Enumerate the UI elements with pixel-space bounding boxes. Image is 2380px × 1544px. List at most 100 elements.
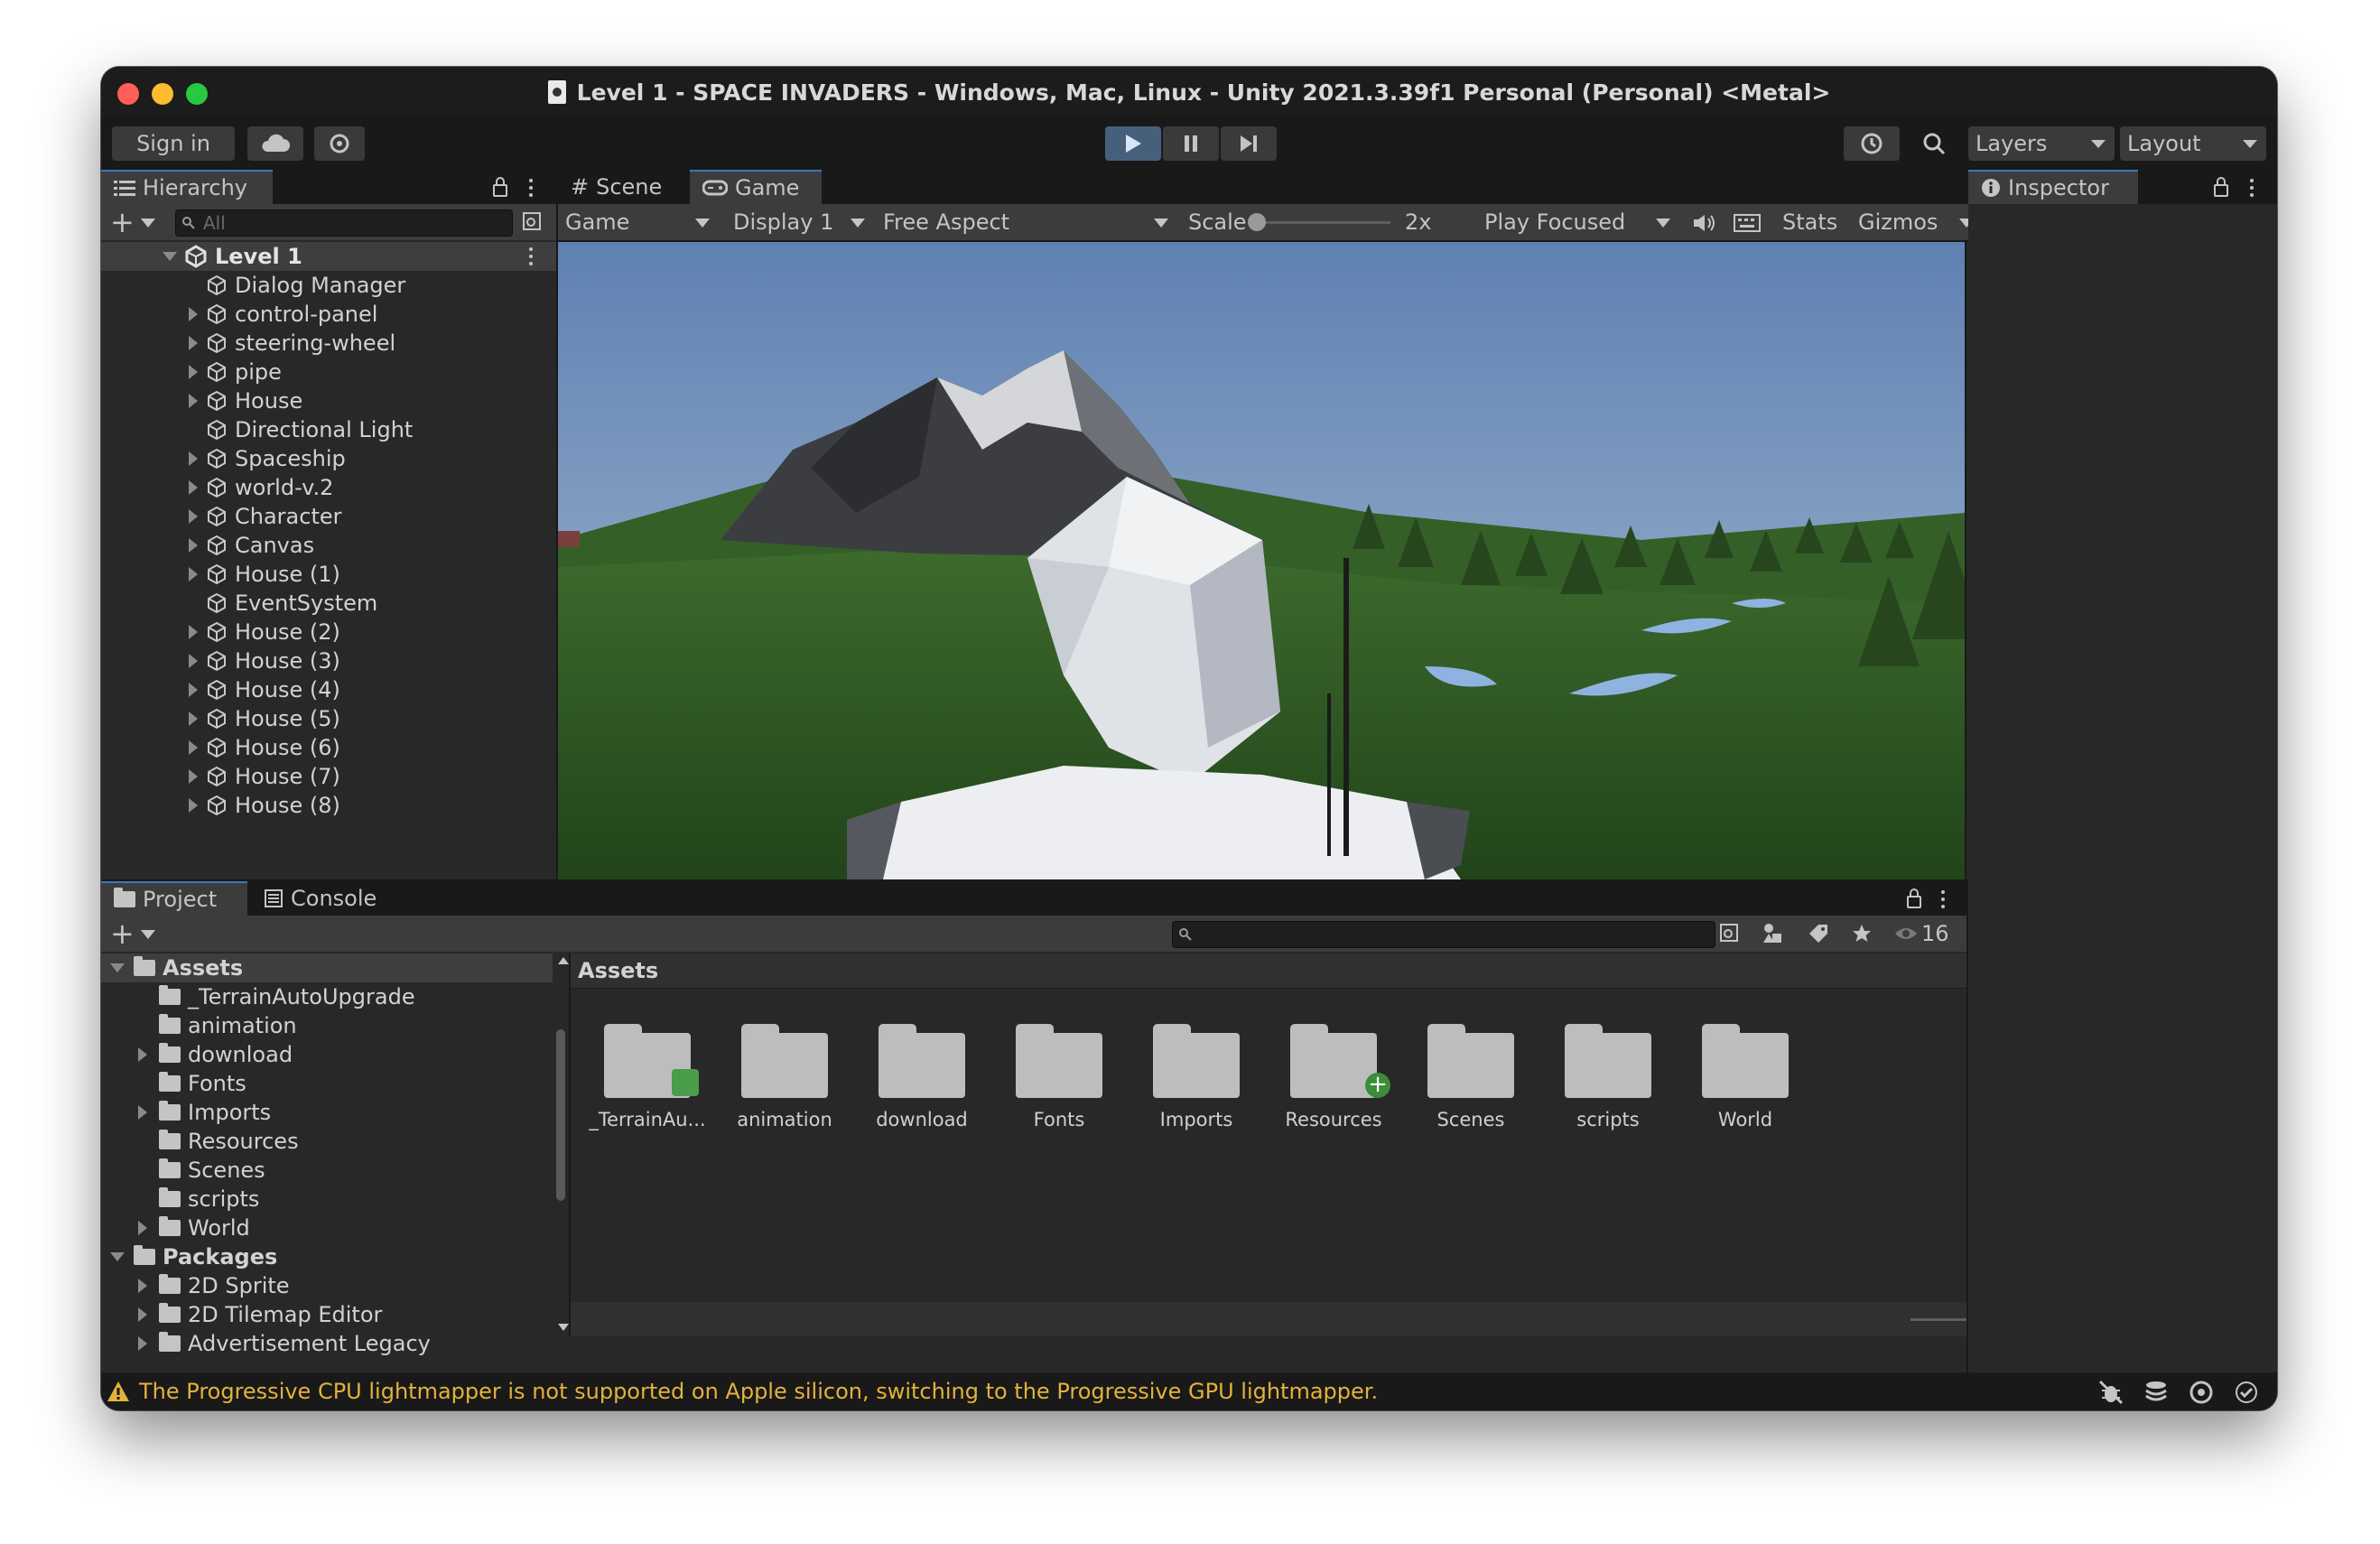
expand-arrow-icon[interactable] (189, 712, 198, 726)
expand-arrow-icon[interactable] (189, 769, 198, 784)
tab-console[interactable]: Console (251, 881, 404, 916)
asset-breadcrumb[interactable]: Assets (571, 953, 1966, 989)
expand-arrow-icon[interactable] (189, 451, 198, 466)
tree-scrollbar[interactable] (554, 953, 569, 1336)
icon-size-slider[interactable] (1911, 1318, 1966, 1321)
hierarchy-item[interactable]: Canvas (101, 531, 556, 560)
hierarchy-item[interactable]: steering-wheel (101, 329, 556, 358)
minimize-window-button[interactable] (152, 83, 173, 105)
pause-button[interactable] (1163, 126, 1219, 161)
cloud-button[interactable] (247, 126, 303, 161)
asset-folder[interactable]: World (1678, 990, 1813, 1130)
sign-in-button[interactable]: Sign in (112, 126, 235, 161)
step-button[interactable] (1221, 126, 1277, 161)
expand-arrow-icon[interactable] (189, 509, 198, 524)
expand-arrow-icon[interactable] (110, 963, 125, 972)
expand-arrow-icon[interactable] (189, 394, 198, 408)
expand-arrow-icon[interactable] (138, 1047, 147, 1062)
project-folder-row[interactable]: download (101, 1040, 553, 1069)
expand-arrow-icon[interactable] (110, 1252, 125, 1261)
stats-toggle[interactable]: Stats (1775, 204, 1845, 240)
expand-arrow-icon[interactable] (138, 1336, 147, 1351)
scene-options-icon[interactable] (529, 247, 533, 265)
search-button[interactable] (1907, 126, 1961, 161)
gizmos-dropdown[interactable]: Gizmos (1851, 204, 1977, 240)
status-message[interactable]: The Progressive CPU lightmapper is not s… (139, 1379, 1378, 1404)
hierarchy-item[interactable]: EventSystem (101, 589, 556, 618)
asset-folder[interactable]: scripts (1540, 990, 1676, 1130)
hierarchy-search-input[interactable]: All (175, 209, 513, 237)
asset-folder[interactable]: + Resources (1266, 990, 1401, 1130)
scale-slider[interactable]: Scale 2x (1181, 204, 1470, 240)
project-folder-row[interactable]: _TerrainAutoUpgrade (101, 982, 553, 1011)
display-dropdown[interactable]: Display 1 (726, 204, 870, 240)
project-root-row[interactable]: Packages (101, 1242, 553, 1271)
hierarchy-item[interactable]: House (2) (101, 618, 556, 646)
game-mode-dropdown[interactable]: Game (558, 204, 721, 240)
expand-arrow-icon[interactable] (138, 1105, 147, 1120)
create-asset-button[interactable]: + (110, 919, 135, 948)
lock-icon[interactable] (2214, 177, 2228, 197)
expand-arrow-icon[interactable] (189, 538, 198, 553)
hierarchy-item[interactable]: House (8) (101, 791, 556, 820)
hierarchy-item[interactable]: world-v.2 (101, 473, 556, 502)
project-folder-row[interactable]: Resources (101, 1127, 553, 1156)
game-viewport[interactable] (558, 242, 1985, 879)
tab-scene[interactable]: # Scene (558, 170, 690, 204)
more-options-icon[interactable] (1941, 890, 1945, 908)
project-folder-row[interactable]: Fonts (101, 1069, 553, 1098)
expand-arrow-icon[interactable] (189, 307, 198, 321)
hierarchy-item[interactable]: House (4) (101, 675, 556, 704)
filter-by-label-icon[interactable] (1808, 923, 1829, 944)
progress-indicator-icon[interactable] (2189, 1380, 2214, 1405)
expand-arrow-icon[interactable] (189, 654, 198, 668)
play-focus-dropdown[interactable]: Play Focused (1477, 204, 1679, 240)
expand-arrow-icon[interactable] (189, 480, 198, 495)
hierarchy-item[interactable]: Dialog Manager (101, 271, 556, 300)
lock-icon[interactable] (493, 177, 507, 197)
chevron-down-icon[interactable] (141, 930, 155, 939)
expand-arrow-icon[interactable] (189, 625, 198, 639)
hierarchy-item[interactable]: House (5) (101, 704, 556, 733)
hierarchy-item[interactable]: House (7) (101, 762, 556, 791)
hierarchy-item[interactable]: pipe (101, 358, 556, 386)
asset-folder[interactable]: download (854, 990, 990, 1130)
favorite-star-icon[interactable] (1851, 923, 1873, 944)
scroll-up-icon[interactable] (558, 957, 569, 964)
debug-mode-icon[interactable] (2098, 1380, 2124, 1405)
scene-filter-icon[interactable] (522, 211, 544, 233)
scroll-down-icon[interactable] (558, 1324, 569, 1331)
hierarchy-item[interactable]: House (6) (101, 733, 556, 762)
expand-arrow-icon[interactable] (189, 365, 198, 379)
hierarchy-item[interactable]: House (101, 386, 556, 415)
hidden-packages-eye-icon[interactable] (1894, 925, 1918, 942)
project-folder-row[interactable]: 2D Sprite (101, 1271, 553, 1300)
expand-arrow-icon[interactable] (189, 683, 198, 697)
filter-by-type-icon[interactable] (1761, 922, 1784, 945)
tab-inspector[interactable]: Inspector (1968, 170, 2138, 204)
tab-hierarchy[interactable]: Hierarchy (101, 170, 273, 204)
project-folder-row[interactable]: Imports (101, 1098, 553, 1127)
expand-arrow-icon[interactable] (163, 252, 177, 261)
chevron-down-icon[interactable] (141, 219, 155, 228)
expand-arrow-icon[interactable] (189, 798, 198, 813)
hierarchy-item[interactable]: Character (101, 502, 556, 531)
project-folder-row[interactable]: Scenes (101, 1156, 553, 1185)
tab-game[interactable]: Game (690, 170, 822, 204)
project-folder-row[interactable]: animation (101, 1011, 553, 1040)
play-button[interactable] (1105, 126, 1161, 161)
more-options-icon[interactable] (2250, 179, 2254, 197)
hierarchy-item[interactable]: Spaceship (101, 444, 556, 473)
mute-audio-icon[interactable] (1692, 213, 1715, 233)
expand-arrow-icon[interactable] (138, 1279, 147, 1293)
lock-icon[interactable] (1907, 888, 1921, 908)
expand-arrow-icon[interactable] (189, 740, 198, 755)
tree-scroll-thumb[interactable] (556, 1029, 565, 1201)
auto-generate-lighting-icon[interactable] (2234, 1380, 2259, 1405)
keyboard-icon[interactable] (1734, 213, 1761, 233)
expand-arrow-icon[interactable] (189, 567, 198, 581)
hierarchy-item[interactable]: House (1) (101, 560, 556, 589)
asset-folder[interactable]: _TerrainAu... (580, 990, 715, 1130)
collab-button[interactable] (314, 126, 365, 161)
search-scope-icon[interactable] (1719, 923, 1741, 944)
